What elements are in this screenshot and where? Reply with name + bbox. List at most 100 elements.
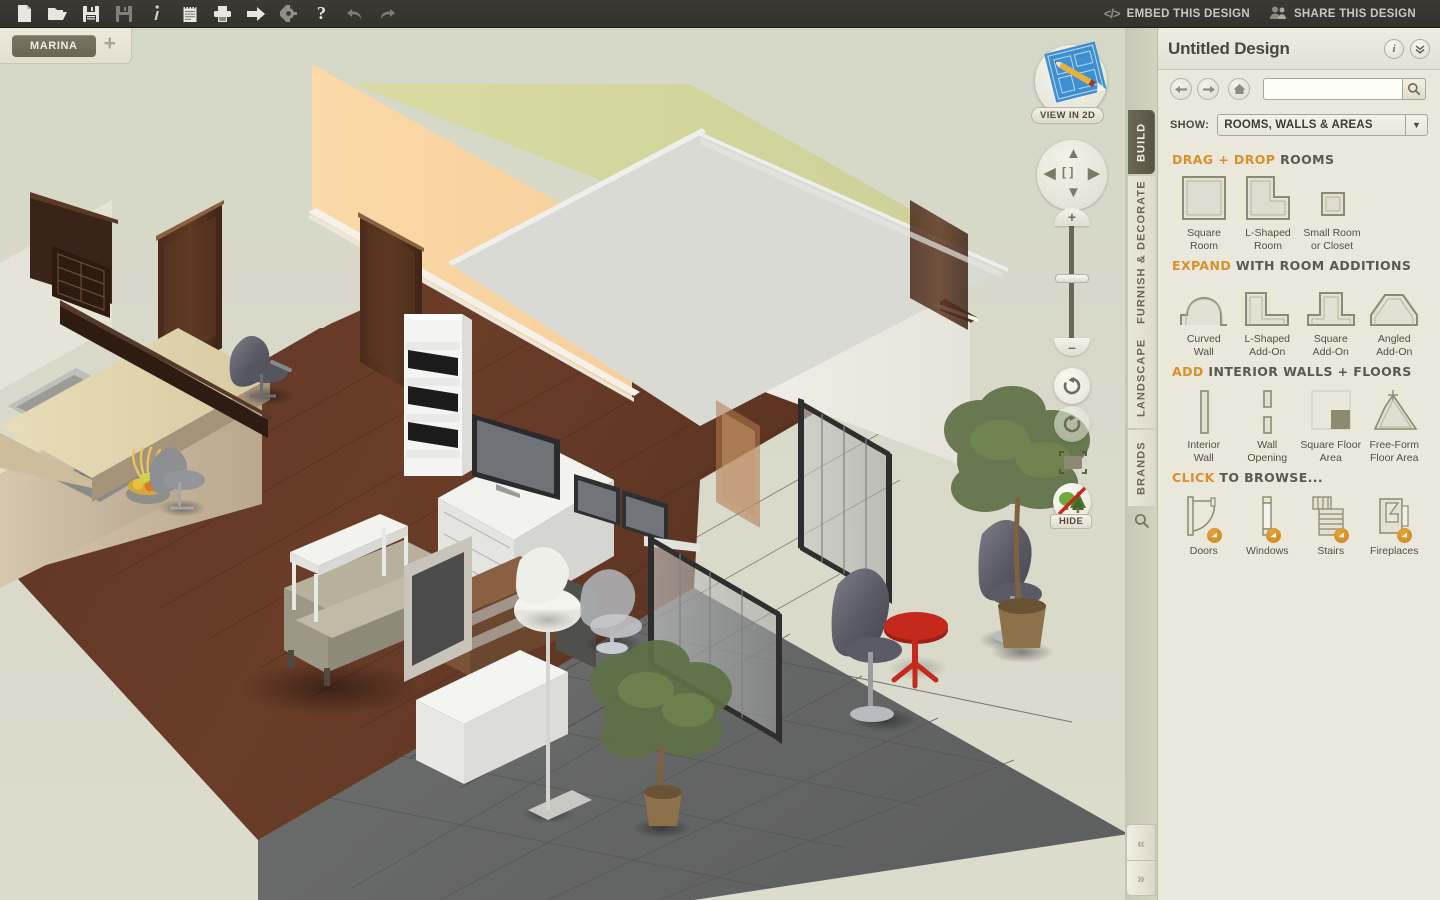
print-icon[interactable] (206, 0, 239, 28)
section-heading-accent: DRAG + DROP (1172, 152, 1276, 167)
section-heading-rest: INTERIOR WALLS + FLOORS (1208, 364, 1412, 379)
zoom-slider-track (1069, 222, 1074, 346)
tool-l-shaped-add-on[interactable]: L-Shaped Add-On (1236, 279, 1300, 358)
chevron-down-icon[interactable]: ▼ (1405, 115, 1427, 135)
section-heading-rest: WITH ROOM ADDITIONS (1235, 258, 1412, 273)
item-row: Interior Wall Wall Opening Square Floor Are… (1172, 385, 1426, 464)
tool-square-room[interactable]: Square Room (1172, 173, 1236, 252)
show-filter-value: ROOMS, WALLS & AREAS (1224, 119, 1373, 131)
open-folder-icon[interactable] (41, 0, 74, 28)
tool-doors[interactable]: Doors (1172, 491, 1236, 558)
mode-tab-strip: BUILD FURNISH & DECORATE LANDSCAPE BRAND… (1125, 28, 1157, 900)
mode-tab-landscape[interactable]: LANDSCAPE (1128, 328, 1155, 428)
redo-icon[interactable] (371, 0, 404, 28)
mode-tab-furnish-decorate[interactable]: FURNISH & DECORATE (1128, 176, 1155, 328)
tool-label: Square Floor Area (1300, 439, 1362, 464)
tool-l-shaped-room[interactable]: L-Shaped Room (1236, 173, 1300, 252)
rotate-counterclockwise-icon[interactable] (1054, 368, 1090, 404)
search-icon[interactable] (1130, 508, 1153, 534)
window-icon (1247, 491, 1287, 543)
rotate-clockwise-icon[interactable] (1054, 406, 1090, 442)
show-filter-row: SHOW: ROOMS, WALLS & AREAS ▼ (1158, 108, 1440, 142)
embed-design-label: EMBED THIS DESIGN (1126, 7, 1250, 20)
embed-design-button[interactable]: </> EMBED THIS DESIGN (1094, 0, 1260, 28)
collapse-panel-icon[interactable] (1410, 38, 1430, 59)
tool-label: Wall Opening (1247, 439, 1288, 464)
browse-badge-icon (1206, 528, 1222, 543)
view-in-2d-button[interactable]: VIEW IN 2D (1031, 41, 1113, 125)
search-submit-button[interactable] (1402, 78, 1426, 100)
tool-square-floor-area[interactable]: Square Floor Area (1299, 385, 1363, 464)
panel-search-box[interactable] (1263, 78, 1426, 100)
search-input[interactable] (1264, 79, 1402, 99)
browse-badge-icon (1333, 528, 1349, 543)
closet-shelving (404, 314, 472, 476)
info-icon[interactable]: i (1384, 38, 1404, 59)
zoom-slider-thumb[interactable] (1055, 274, 1089, 283)
tool-small-room-or-closet[interactable]: Small Room or Closet (1300, 173, 1364, 252)
notes-icon[interactable] (173, 0, 206, 28)
save-icon[interactable] (74, 0, 107, 28)
nav-up-icon[interactable]: ▲ (1066, 145, 1081, 162)
panel-title-bar: Untitled Design i (1158, 28, 1440, 70)
save-as-icon[interactable] (107, 0, 140, 28)
interior-wall-icon (1184, 385, 1224, 435)
collapse-left-button[interactable]: « (1126, 824, 1156, 860)
nav-back-icon[interactable] (1170, 78, 1192, 100)
tool-label: Small Room or Closet (1303, 227, 1361, 252)
tool-label: Fireplaces (1370, 545, 1419, 557)
fireplace-icon (1370, 491, 1418, 543)
toolbar-right-actions: </> EMBED THIS DESIGN SHARE THIS DESIGN (1094, 0, 1440, 28)
zoom-slider[interactable]: + – (1054, 208, 1090, 356)
show-filter-label: SHOW: (1170, 119, 1210, 131)
tool-square-add-on[interactable]: Square Add-On (1299, 279, 1363, 358)
mode-tab-build[interactable]: BUILD (1128, 110, 1155, 174)
share-design-button[interactable]: SHARE THIS DESIGN (1260, 0, 1426, 28)
help-icon[interactable]: ? (305, 0, 338, 28)
info-icon[interactable] (140, 0, 173, 28)
collapse-right-button[interactable]: » (1126, 860, 1156, 896)
tool-label: Stairs (1317, 545, 1345, 557)
tool-label: Interior Wall (1187, 439, 1221, 464)
angled-add-on-icon (1367, 279, 1421, 329)
panel-collapse-controls: « » (1126, 824, 1156, 896)
tool-free-form-floor-area[interactable]: Free-Form Floor Area (1363, 385, 1427, 464)
tool-angled-add-on[interactable]: Angled Add-On (1363, 279, 1427, 358)
design-canvas-3d[interactable] (0, 28, 1125, 900)
square-add-on-icon (1304, 279, 1358, 329)
nav-down-icon[interactable]: ▼ (1066, 184, 1081, 201)
new-file-icon[interactable] (8, 0, 41, 28)
project-tab-bar: MARINA + (0, 28, 132, 64)
code-icon: </> (1103, 6, 1121, 21)
item-row: Doors Windows Stairs Fireplaces (1172, 491, 1426, 558)
item-row: Curved Wall L-Shaped Add-On Square Add-On (1172, 279, 1426, 358)
mode-tab-brands[interactable]: BRANDS (1128, 430, 1155, 506)
section-click-to-browse: CLICK TO BROWSE... Doors Windows Stairs … (1158, 466, 1440, 560)
tool-curved-wall[interactable]: Curved Wall (1172, 279, 1236, 358)
tool-interior-wall[interactable]: Interior Wall (1172, 385, 1236, 464)
add-project-tab-button[interactable]: + (104, 33, 116, 54)
undo-icon[interactable] (338, 0, 371, 28)
nav-center-icon[interactable]: [ ] (1062, 165, 1073, 179)
curved-wall-icon (1177, 279, 1231, 329)
nav-home-icon[interactable] (1228, 78, 1250, 100)
tool-fireplaces[interactable]: Fireplaces (1363, 491, 1427, 558)
export-icon[interactable] (239, 0, 272, 28)
tool-stairs[interactable]: Stairs (1299, 491, 1363, 558)
section-heading-accent: EXPAND (1172, 258, 1232, 273)
project-tab-marina[interactable]: MARINA (12, 34, 96, 57)
tool-windows[interactable]: Windows (1236, 491, 1300, 558)
section-heading: DRAG + DROP ROOMS (1172, 152, 1426, 167)
screenshot-capture-icon[interactable] (1055, 448, 1091, 478)
nav-forward-icon[interactable] (1197, 78, 1219, 100)
nav-left-icon[interactable]: ◀ (1044, 164, 1056, 182)
section-expand-room-additions: EXPAND WITH ROOM ADDITIONS Curved Wall L… (1158, 254, 1440, 360)
tool-wall-opening[interactable]: Wall Opening (1236, 385, 1300, 464)
view-nav-pad[interactable]: ▲ ▼ ◀ ▶ [ ] (1037, 140, 1107, 210)
show-filter-dropdown[interactable]: ROOMS, WALLS & AREAS ▼ (1217, 114, 1428, 136)
nav-right-icon[interactable]: ▶ (1088, 164, 1100, 182)
toolbar-icon-group: ? (0, 0, 404, 28)
settings-gear-icon[interactable] (272, 0, 305, 28)
square-room-icon (1178, 173, 1230, 223)
section-add-interior-walls-floors: ADD INTERIOR WALLS + FLOORS Interior Wall (1158, 360, 1440, 466)
